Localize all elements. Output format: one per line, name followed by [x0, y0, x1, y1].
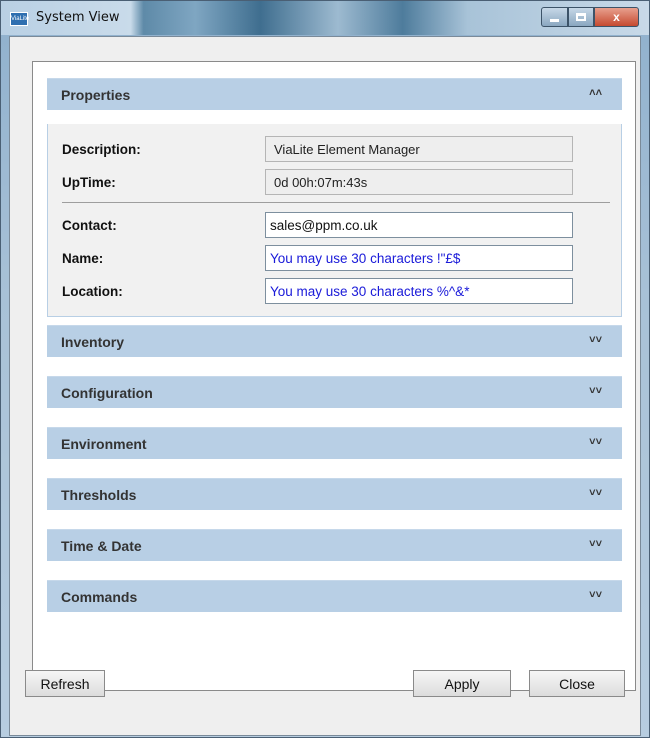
client-area: Properties ˄˄ Description: ViaLite Eleme… [9, 36, 641, 736]
section-commands-label: Commands [61, 588, 138, 605]
minimize-button[interactable] [541, 7, 568, 27]
expand-chevron-icon[interactable]: ˅˅ [589, 538, 602, 550]
expand-chevron-icon[interactable]: ˅˅ [589, 589, 602, 601]
close-window-button[interactable]: x [594, 7, 639, 27]
location-label: Location: [62, 284, 123, 299]
location-row: Location: [62, 278, 607, 304]
section-commands[interactable]: Commands ˅˅ [47, 580, 622, 612]
section-configuration-label: Configuration [61, 384, 153, 401]
expand-chevron-icon[interactable]: ˅˅ [589, 385, 602, 397]
properties-divider [62, 202, 610, 203]
contact-label: Contact: [62, 218, 117, 233]
location-input[interactable] [265, 278, 573, 304]
maximize-icon [576, 13, 586, 21]
properties-body: Description: ViaLite Element Manager UpT… [47, 124, 622, 317]
section-time-date[interactable]: Time & Date ˅˅ [47, 529, 622, 561]
description-row: Description: ViaLite Element Manager [62, 136, 607, 162]
section-time-date-label: Time & Date [61, 537, 142, 554]
section-thresholds-label: Thresholds [61, 486, 137, 503]
name-row: Name: [62, 245, 607, 271]
description-label: Description: [62, 142, 141, 157]
uptime-row: UpTime: 0d 00h:07m:43s [62, 169, 607, 195]
section-thresholds[interactable]: Thresholds ˅˅ [47, 478, 622, 510]
section-properties[interactable]: Properties ˄˄ [47, 78, 622, 110]
refresh-button[interactable]: Refresh [25, 670, 105, 697]
uptime-value: 0d 00h:07m:43s [265, 169, 573, 195]
name-input[interactable] [265, 245, 573, 271]
close-button[interactable]: Close [529, 670, 625, 697]
close-icon: x [613, 10, 620, 24]
sections-panel: Properties ˄˄ Description: ViaLite Eleme… [32, 61, 636, 691]
section-inventory[interactable]: Inventory ˅˅ [47, 325, 622, 357]
window-title: System View [36, 10, 120, 25]
uptime-label: UpTime: [62, 175, 116, 190]
expand-chevron-icon[interactable]: ˅˅ [589, 436, 602, 448]
minimize-icon [550, 18, 559, 22]
contact-row: Contact: [62, 212, 607, 238]
name-label: Name: [62, 251, 104, 266]
description-value: ViaLite Element Manager [265, 136, 573, 162]
expand-chevron-icon[interactable]: ˅˅ [589, 334, 602, 346]
expand-chevron-icon[interactable]: ˅˅ [589, 487, 602, 499]
section-environment-label: Environment [61, 435, 147, 452]
app-icon: ViaLite [10, 12, 29, 26]
window-controls: x [541, 7, 639, 29]
collapse-chevron-icon[interactable]: ˄˄ [589, 87, 602, 99]
contact-input[interactable] [265, 212, 573, 238]
section-inventory-label: Inventory [61, 333, 125, 350]
section-configuration[interactable]: Configuration ˅˅ [47, 376, 622, 408]
section-properties-label: Properties [61, 86, 131, 103]
system-view-window: ViaLite System View x Properties ˄˄ Desc… [0, 0, 650, 738]
maximize-button[interactable] [568, 7, 594, 27]
apply-button[interactable]: Apply [413, 670, 511, 697]
section-environment[interactable]: Environment ˅˅ [47, 427, 622, 459]
title-bar[interactable]: ViaLite System View x [1, 1, 649, 35]
